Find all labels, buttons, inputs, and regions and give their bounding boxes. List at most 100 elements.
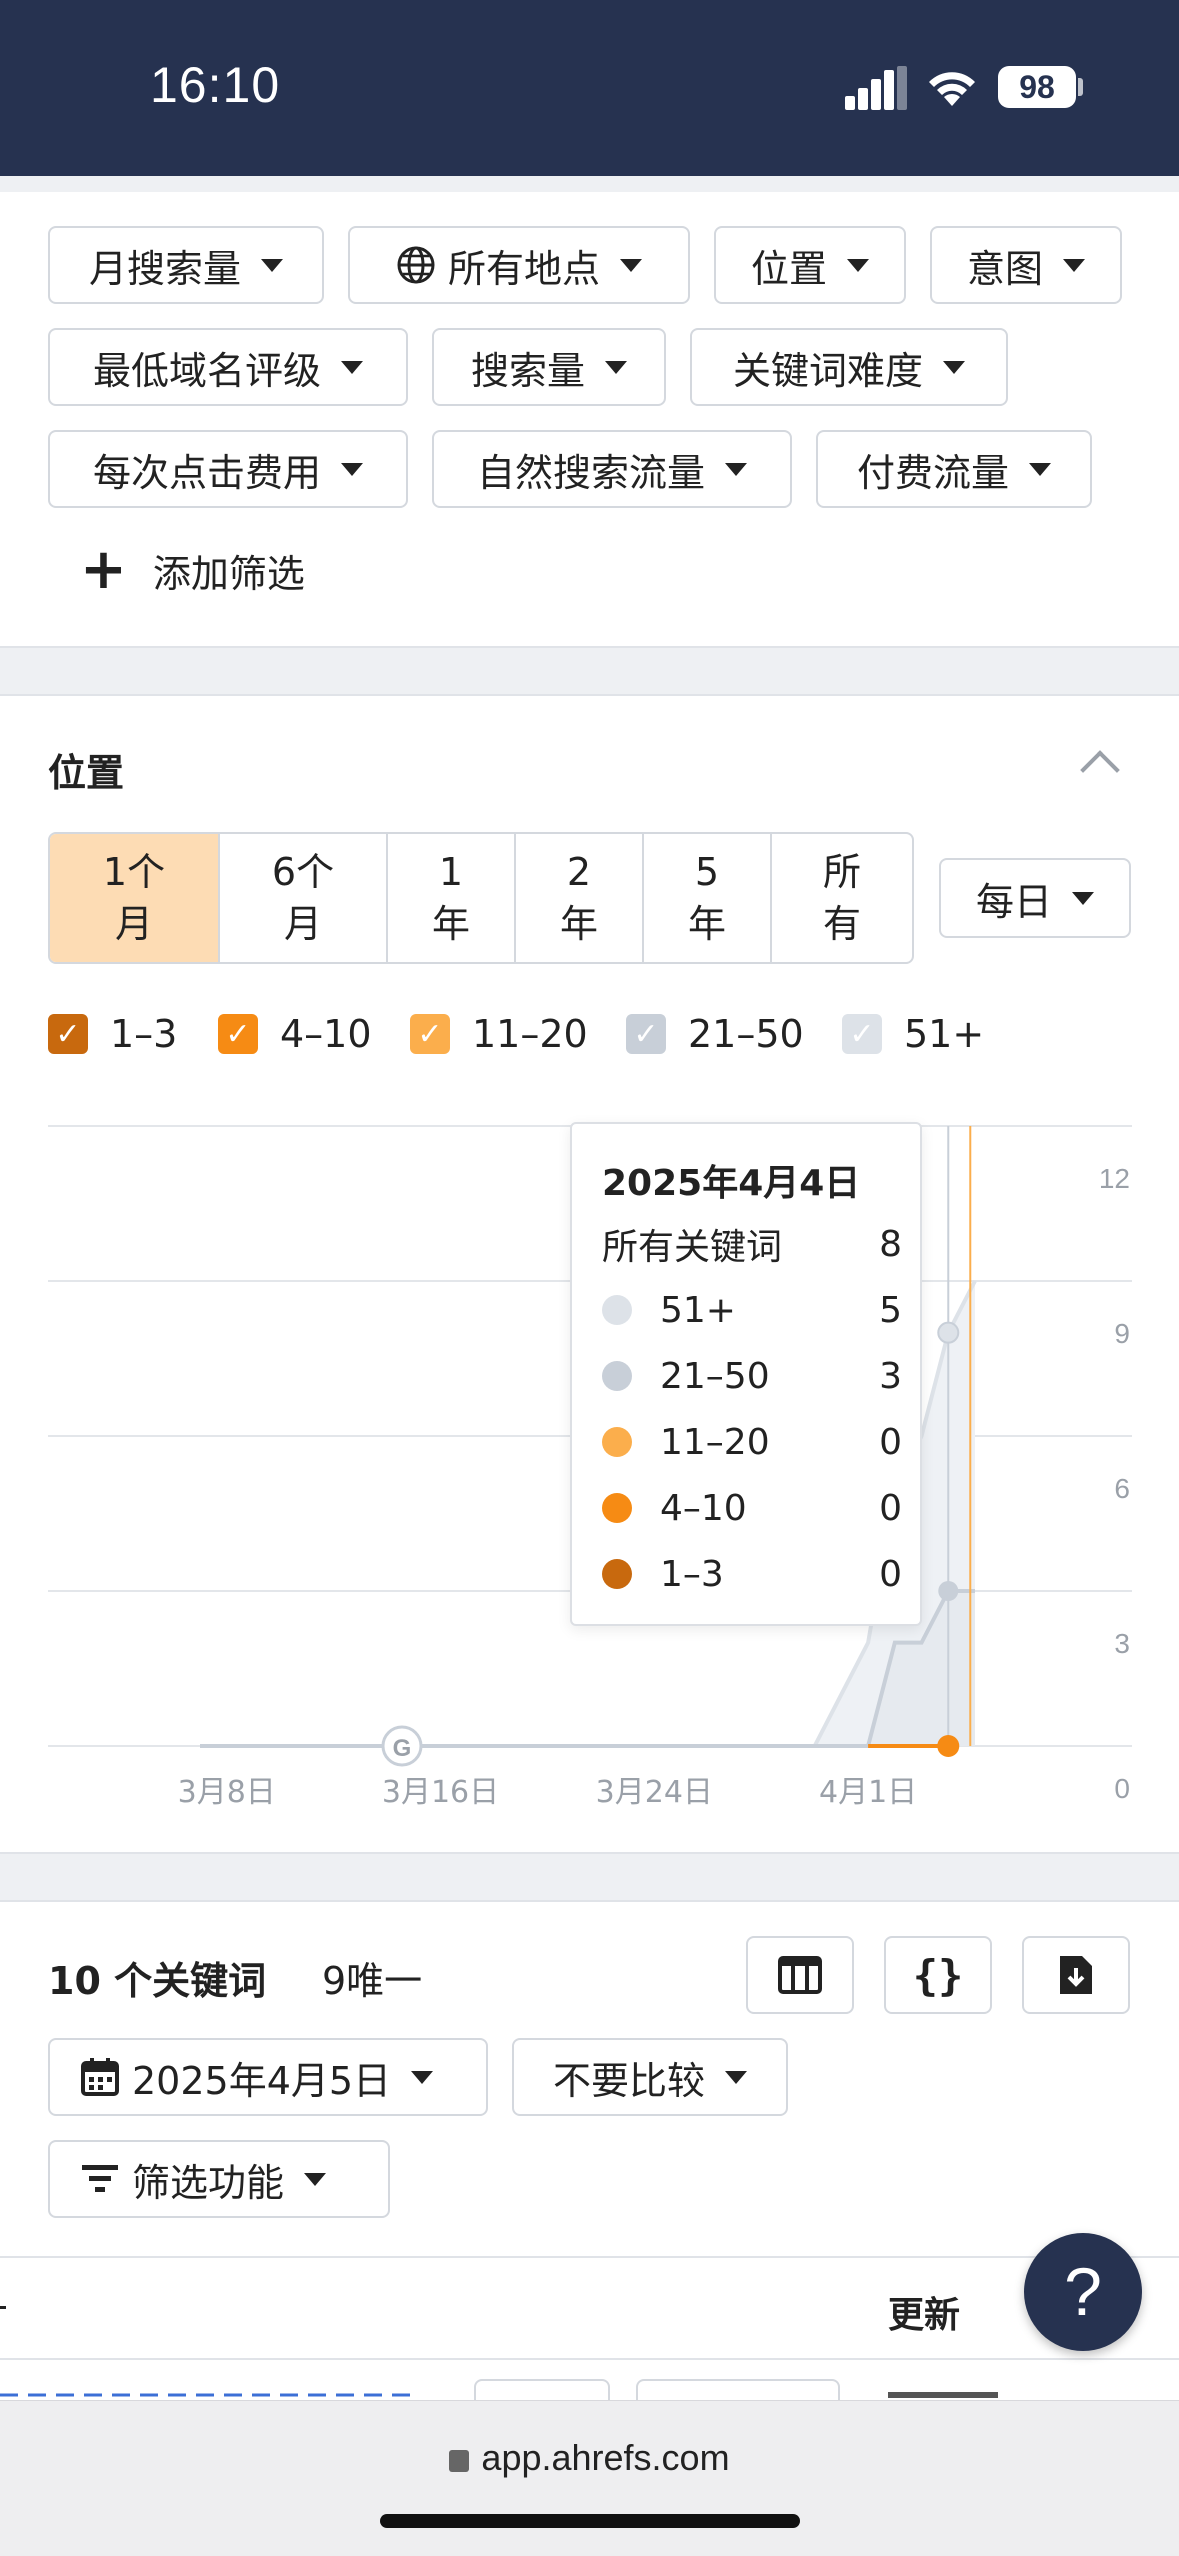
- cpc-filter[interactable]: 每次点击费用: [48, 430, 408, 508]
- series-dot-icon: [602, 1295, 632, 1325]
- legend-item-51-plus[interactable]: ✓ 51+: [842, 1010, 984, 1058]
- time-range-selector: 1个月 6个月 1年 2年 5年 所有: [48, 832, 914, 964]
- keywords-count: 10 个关键词: [48, 1959, 267, 2003]
- caret-down-icon: [341, 462, 363, 476]
- help-button[interactable]: ?: [1024, 2233, 1142, 2351]
- caret-down-icon: [943, 360, 965, 374]
- compare-dropdown[interactable]: 不要比较: [512, 2038, 788, 2116]
- add-filter-label: 添加筛选: [152, 551, 305, 596]
- api-button[interactable]: {}: [884, 1936, 992, 2014]
- google-update-label: G: [393, 1735, 412, 1762]
- y-tick-label: 3: [1114, 1628, 1130, 1659]
- column-header-updated[interactable]: 更新: [888, 2286, 960, 2338]
- checkbox-checked-icon: ✓: [410, 1014, 450, 1054]
- caret-down-icon: [1072, 891, 1094, 905]
- interval-dropdown[interactable]: 每日: [939, 858, 1131, 938]
- add-filter-button[interactable]: + 添加筛选: [80, 540, 305, 600]
- columns-button[interactable]: [746, 1936, 854, 2014]
- min-dr-filter[interactable]: 最低域名评级: [48, 328, 408, 406]
- legend-item-4-10[interactable]: ✓ 4–10: [218, 1010, 372, 1058]
- home-indicator: [380, 2514, 800, 2528]
- table-row: [0, 2379, 998, 2400]
- location-filter[interactable]: 所有地点: [348, 226, 690, 304]
- range-1-month[interactable]: 1个月: [50, 834, 220, 962]
- caret-down-icon: [411, 2070, 434, 2084]
- calendar-icon: [81, 2058, 119, 2096]
- series-dot-icon: [602, 1361, 632, 1391]
- tooltip-row-1-3: 1–3 0: [602, 1550, 902, 1598]
- caret-down-icon: [341, 360, 363, 374]
- monthly-volume-filter[interactable]: 月搜索量: [48, 226, 324, 304]
- curly-braces-icon: {}: [912, 1950, 964, 2000]
- volume-filter[interactable]: 搜索量: [432, 328, 666, 406]
- range-5-years[interactable]: 5年: [644, 834, 772, 962]
- range-all[interactable]: 所有: [772, 834, 912, 962]
- columns-icon: [778, 1956, 822, 1994]
- series-dot-icon: [602, 1493, 632, 1523]
- keywords-unique: 9唯一: [322, 1959, 423, 2003]
- caret-down-icon: [261, 258, 283, 272]
- checkbox-checked-icon: ✓: [218, 1014, 258, 1054]
- battery-nub: [1078, 78, 1083, 96]
- x-tick-label: 4月1日: [819, 1775, 917, 1810]
- browser-url-bar[interactable]: app.ahrefs.com: [0, 2400, 1179, 2556]
- table-header: [0, 2256, 1179, 2360]
- date-picker[interactable]: 2025年4月5日: [48, 2038, 488, 2116]
- tooltip-row-21-50: 21–50 3: [602, 1352, 902, 1400]
- caret-down-icon: [1029, 462, 1051, 476]
- url-field[interactable]: app.ahrefs.com: [0, 2437, 1179, 2479]
- range-1-year[interactable]: 1年: [388, 834, 516, 962]
- paid-traffic-filter[interactable]: 付费流量: [816, 430, 1092, 508]
- caret-down-icon: [620, 258, 642, 272]
- plus-icon: +: [80, 537, 127, 602]
- battery-indicator: 98: [998, 66, 1076, 108]
- series-dot-icon: [602, 1559, 632, 1589]
- tooltip-row-11-20: 11–20 0: [602, 1418, 902, 1466]
- intent-filter[interactable]: 意图: [930, 226, 1122, 304]
- hover-point-top: [937, 1735, 960, 1757]
- section-divider: [0, 1852, 1179, 1902]
- range-2-years[interactable]: 2年: [516, 834, 644, 962]
- x-tick-label: 3月16日: [382, 1775, 499, 1810]
- column-header-fragment: [0, 2306, 6, 2309]
- filter-features-dropdown[interactable]: 筛选功能: [48, 2140, 390, 2218]
- lock-icon: [449, 2450, 470, 2472]
- caret-down-icon: [725, 462, 747, 476]
- y-tick-label: 12: [1099, 1163, 1130, 1194]
- checkbox-checked-icon: ✓: [842, 1014, 882, 1054]
- caret-down-icon: [847, 258, 869, 272]
- x-tick-label: 3月8日: [178, 1775, 276, 1810]
- positions-title: 位置: [48, 751, 125, 795]
- y-tick-label: 6: [1114, 1473, 1130, 1504]
- hover-point-51-plus: [937, 1321, 960, 1344]
- organic-traffic-filter[interactable]: 自然搜索流量: [432, 430, 792, 508]
- filter-lines-icon: [82, 2165, 118, 2192]
- legend-item-21-50[interactable]: ✓ 21–50: [626, 1010, 804, 1058]
- chart-tooltip: 2025年4月4日 所有关键词 8 51+ 5 21–50 3 11–20 0 4–10…: [570, 1122, 922, 1626]
- caret-down-icon: [1063, 258, 1085, 272]
- caret-down-icon: [725, 2070, 747, 2084]
- status-bar: 16:10 98: [0, 0, 1179, 176]
- series-dot-icon: [602, 1427, 632, 1457]
- tooltip-row-51-plus: 51+ 5: [602, 1286, 902, 1334]
- checkbox-checked-icon: ✓: [626, 1014, 666, 1054]
- collapse-chevron-icon[interactable]: [1080, 750, 1120, 790]
- legend-item-1-3[interactable]: ✓ 1–3: [48, 1010, 177, 1058]
- position-filter[interactable]: 位置: [714, 226, 906, 304]
- export-button[interactable]: [1022, 1936, 1130, 2014]
- section-divider: [0, 646, 1179, 696]
- download-file-icon: [1060, 1956, 1092, 1994]
- globe-icon: [397, 246, 435, 284]
- y-tick-label: 9: [1114, 1318, 1130, 1349]
- caret-down-icon: [605, 360, 627, 374]
- wifi-icon: [929, 72, 975, 106]
- kd-filter[interactable]: 关键词难度: [690, 328, 1008, 406]
- cellular-signal-icon: [845, 66, 907, 110]
- top-divider: [0, 176, 1179, 192]
- hover-point-21-50: [938, 1581, 959, 1601]
- range-6-months[interactable]: 6个月: [220, 834, 388, 962]
- y-tick-label: 0: [1114, 1773, 1130, 1804]
- caret-down-icon: [304, 2172, 327, 2186]
- x-tick-label: 3月24日: [596, 1775, 713, 1810]
- legend-item-11-20[interactable]: ✓ 11–20: [410, 1010, 588, 1058]
